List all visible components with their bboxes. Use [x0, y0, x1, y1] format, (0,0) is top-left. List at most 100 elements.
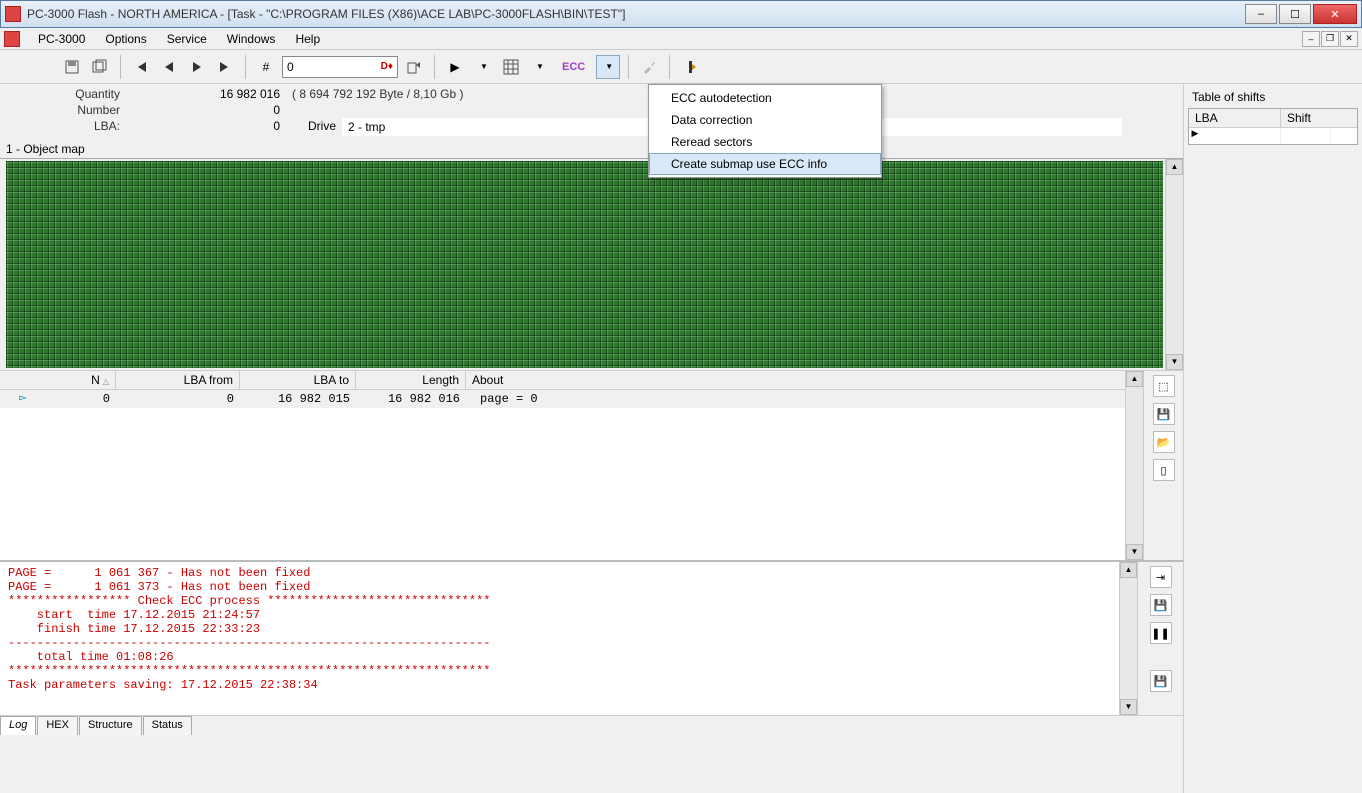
row-pointer-icon: ▻: [14, 390, 32, 405]
play-icon[interactable]: ▶: [443, 55, 467, 79]
cell-lba-to: 16 982 015: [240, 390, 356, 408]
mdi-controls: – ❐ ✕: [1302, 31, 1358, 47]
save-icon[interactable]: [60, 55, 84, 79]
shifts-table: LBA Shift ▶: [1188, 108, 1358, 145]
close-button[interactable]: ✕: [1313, 4, 1357, 24]
nav-first-icon[interactable]: [129, 55, 153, 79]
object-map[interactable]: [6, 161, 1163, 368]
grid-scrollbar[interactable]: ▲ ▼: [1125, 371, 1143, 560]
maximize-button[interactable]: ☐: [1279, 4, 1311, 24]
page-icon[interactable]: ▯: [1153, 459, 1175, 481]
ecc-menu-reread-sectors[interactable]: Reread sectors: [649, 131, 881, 153]
lba-label: LBA:: [10, 118, 120, 136]
minimize-button[interactable]: –: [1245, 4, 1277, 24]
number-label: Number: [10, 102, 120, 118]
tab-structure[interactable]: Structure: [79, 716, 142, 735]
scroll-down-icon[interactable]: ▼: [1120, 699, 1137, 715]
col-n[interactable]: N△: [0, 371, 116, 389]
grid-sidebar: ⬚ 💾 📂 ▯: [1143, 371, 1183, 560]
app-icon: [5, 6, 21, 22]
number-value: 0: [126, 102, 286, 118]
menubar: PC-3000 Options Service Windows Help – ❐…: [0, 28, 1362, 50]
shifts-col-lba[interactable]: LBA: [1189, 109, 1281, 127]
scroll-down-icon[interactable]: ▼: [1126, 544, 1143, 560]
log-tabs: Log HEX Structure Status: [0, 715, 1183, 735]
menu-app[interactable]: PC-3000: [28, 30, 95, 48]
log-save-icon[interactable]: 💾: [1150, 594, 1172, 616]
scroll-down-icon[interactable]: ▼: [1166, 354, 1183, 370]
tools-icon[interactable]: [637, 55, 661, 79]
log-section: PAGE = 1 061 367 - Has not been fixed PA…: [0, 560, 1183, 735]
col-lba-from[interactable]: LBA from: [116, 371, 240, 389]
scroll-up-icon[interactable]: ▲: [1120, 562, 1137, 578]
save-all-icon[interactable]: [88, 55, 112, 79]
shifts-col-shift[interactable]: Shift: [1281, 109, 1331, 127]
log-text[interactable]: PAGE = 1 061 367 - Has not been fixed PA…: [0, 562, 1119, 715]
quantity-value: 16 982 016: [126, 86, 286, 102]
exit-icon[interactable]: [678, 55, 702, 79]
lba-value: 0: [126, 118, 286, 136]
col-length[interactable]: Length: [356, 371, 466, 389]
open-folder-icon[interactable]: 📂: [1153, 431, 1175, 453]
shifts-title: Table of shifts: [1188, 88, 1358, 106]
ecc-menu-autodetection[interactable]: ECC autodetection: [649, 87, 881, 109]
menu-help[interactable]: Help: [285, 30, 330, 48]
sort-asc-icon: △: [103, 377, 109, 386]
log-export-icon[interactable]: ⇥: [1150, 566, 1172, 588]
select-icon[interactable]: ⬚: [1153, 375, 1175, 397]
col-lba-to[interactable]: LBA to: [240, 371, 356, 389]
quantity-label: Quantity: [10, 86, 120, 102]
position-value: 0: [287, 60, 381, 74]
nav-prev-icon[interactable]: [157, 55, 181, 79]
grid-header: N△ LBA from LBA to Length About: [0, 371, 1125, 390]
mdi-restore[interactable]: ❐: [1321, 31, 1339, 47]
table-row[interactable]: ▻ 0 0 16 982 015 16 982 016 page = 0: [0, 390, 1125, 408]
mdi-minimize[interactable]: –: [1302, 31, 1320, 47]
objmap-title: 1 - Object map: [0, 140, 1183, 158]
tab-log[interactable]: Log: [0, 716, 36, 735]
log-scrollbar[interactable]: ▲ ▼: [1119, 562, 1137, 715]
position-input[interactable]: 0 D♦: [282, 56, 398, 78]
shifts-panel: Table of shifts LBA Shift ▶: [1184, 84, 1362, 793]
info-bar: Quantity 16 982 016 ( 8 694 792 192 Byte…: [0, 84, 1183, 140]
ecc-menu-create-submap[interactable]: Create submap use ECC info: [649, 153, 881, 175]
d-indicator: D♦: [381, 61, 393, 72]
cell-about: page = 0: [466, 390, 1125, 408]
cell-length: 16 982 016: [356, 390, 466, 408]
menu-windows[interactable]: Windows: [217, 30, 286, 48]
shifts-cell-lba: [1201, 128, 1281, 144]
grid-icon[interactable]: #: [254, 55, 278, 79]
menu-options[interactable]: Options: [95, 30, 156, 48]
tab-hex[interactable]: HEX: [37, 716, 78, 735]
ecc-menu-data-correction[interactable]: Data correction: [649, 109, 881, 131]
shifts-row[interactable]: ▶: [1189, 128, 1357, 144]
range-grid: N△ LBA from LBA to Length About ▻ 0 0 16…: [0, 371, 1125, 560]
tab-status[interactable]: Status: [143, 716, 192, 735]
log-sidebar: ⇥ 💾 ❚❚ 💾: [1137, 562, 1183, 715]
col-about[interactable]: About: [466, 371, 1125, 389]
app-menu-icon: [4, 31, 20, 47]
row-pointer-icon: ▶: [1189, 128, 1201, 144]
log-save2-icon[interactable]: 💾: [1150, 670, 1172, 692]
quantity-extra: ( 8 694 792 192 Byte / 8,10 Gb ): [292, 86, 463, 102]
mdi-close[interactable]: ✕: [1340, 31, 1358, 47]
titlebar: PC-3000 Flash - NORTH AMERICA - [Task - …: [0, 0, 1362, 28]
ecc-button[interactable]: ECC: [555, 55, 592, 79]
nav-last-icon[interactable]: [213, 55, 237, 79]
scroll-up-icon[interactable]: ▲: [1166, 159, 1183, 175]
save-range-icon[interactable]: 💾: [1153, 403, 1175, 425]
log-pause-icon[interactable]: ❚❚: [1150, 622, 1172, 644]
shifts-cell-shift: [1281, 128, 1331, 144]
menu-service[interactable]: Service: [157, 30, 217, 48]
nav-next-icon[interactable]: [185, 55, 209, 79]
scroll-up-icon[interactable]: ▲: [1126, 371, 1143, 387]
export-icon[interactable]: [402, 55, 426, 79]
grid-dropdown-icon[interactable]: ▼: [527, 55, 551, 79]
play-dropdown-icon[interactable]: ▼: [471, 55, 495, 79]
drive-label: Drive: [292, 118, 336, 136]
toolbar: # 0 D♦ ▶ ▼ ▼ ECC ▼: [0, 50, 1362, 84]
grid-tool-icon[interactable]: [499, 55, 523, 79]
ecc-dropdown-icon[interactable]: ▼: [596, 55, 620, 79]
objmap-scrollbar[interactable]: ▲ ▼: [1165, 159, 1183, 370]
cell-lba-from: 0: [116, 390, 240, 408]
